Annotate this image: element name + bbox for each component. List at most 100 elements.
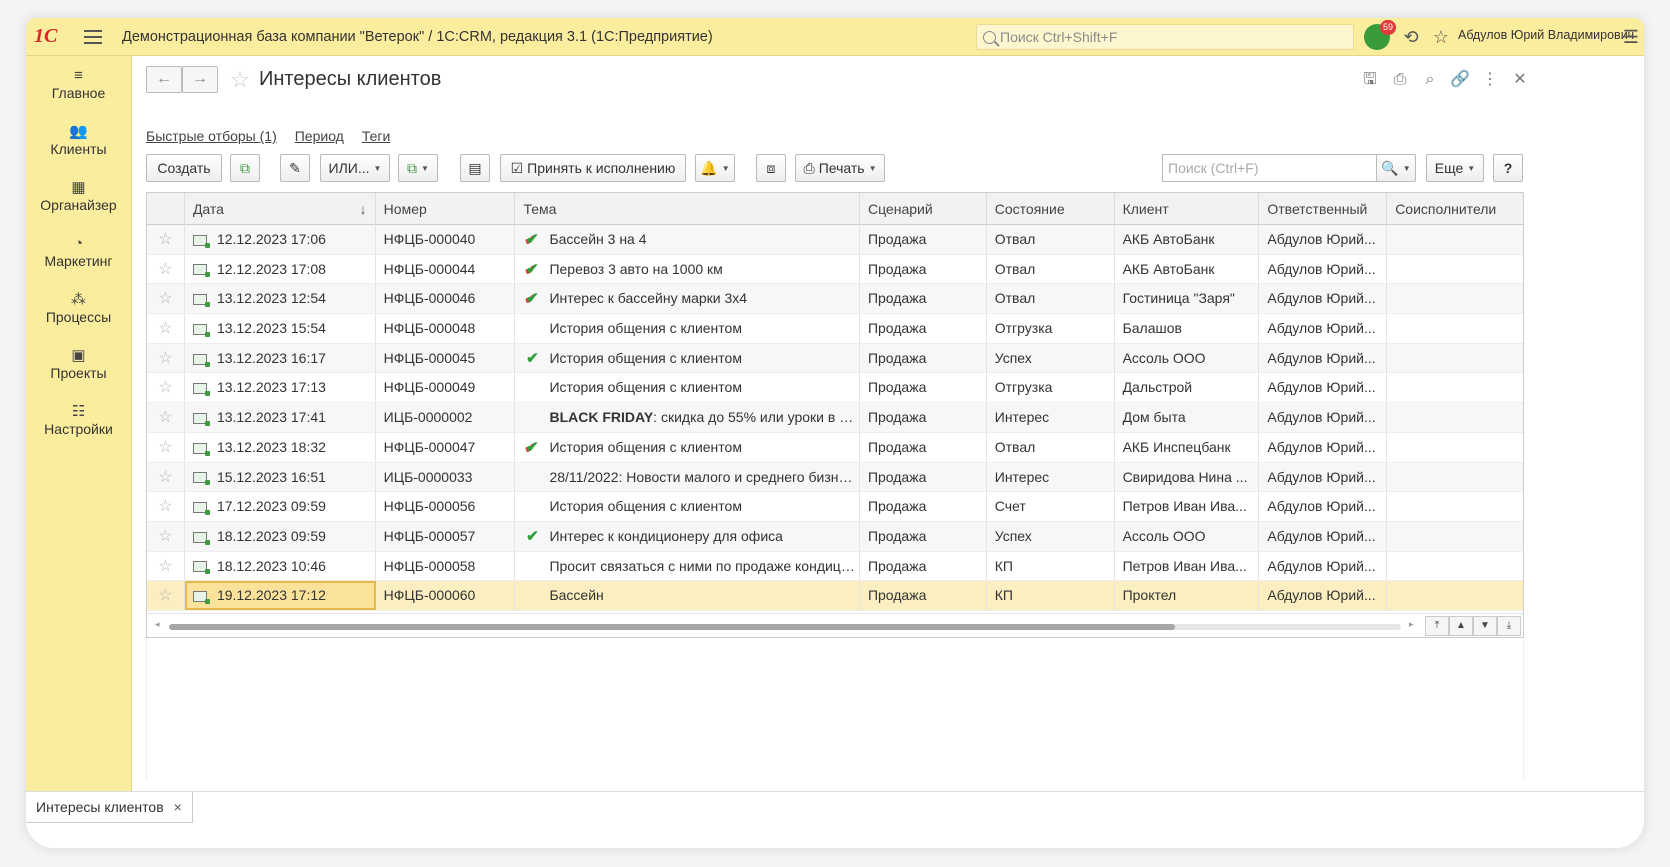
cell-co-executors[interactable] [1387,344,1523,373]
cell-date[interactable]: 13.12.2023 16:17 [185,343,376,373]
edit-button[interactable]: ✎ [280,154,310,182]
cell-client[interactable]: Петров Иван Ива... [1115,551,1260,581]
scroll-right-icon[interactable]: ▸ [1409,619,1414,630]
cell-scenario[interactable]: Продажа [860,343,987,373]
cell-state[interactable]: Отвал [987,254,1115,284]
table-row[interactable]: ☆ 15.12.2023 16:51 ИЦБ-0000033 28/11/2022: … [147,462,1523,493]
cell-date[interactable]: 15.12.2023 16:51 [185,462,376,492]
cell-client[interactable]: АКБ АвтоБанк [1115,225,1260,254]
period-link[interactable]: Период [295,128,344,144]
cell-scenario[interactable]: Продажа [860,551,987,581]
close-icon[interactable]: ✕ [1510,70,1530,90]
cell-co-executors[interactable] [1387,314,1523,343]
column-header-co-executors[interactable]: Соисполнители [1387,193,1523,225]
row-star-icon[interactable]: ☆ [147,581,185,610]
cell-scenario[interactable]: Продажа [860,581,987,610]
cell-scenario[interactable]: Продажа [860,403,987,432]
cell-co-executors[interactable] [1387,522,1523,551]
cell-number[interactable]: НФЦБ-000047 [376,432,516,462]
cell-number[interactable]: НФЦБ-000046 [376,284,516,314]
or-filter-button[interactable]: ИЛИ... ▼ [320,154,390,182]
table-row[interactable]: ☆ 12.12.2023 17:08 НФЦБ-000044 ✔ Перевоз 3 а… [147,254,1523,285]
cell-responsible[interactable]: Абдулов Юрий... [1259,403,1388,432]
cell-scenario[interactable]: Продажа [860,254,987,284]
cell-date[interactable]: 17.12.2023 09:59 [185,492,376,521]
cell-date[interactable]: 13.12.2023 17:41 [185,403,376,432]
cell-date[interactable]: 13.12.2023 15:54 [185,314,376,343]
cell-date[interactable]: 13.12.2023 17:13 [185,373,376,403]
cell-responsible[interactable]: Абдулов Юрий... [1259,254,1388,284]
cell-topic[interactable]: ✔ Интерес к бассейну марки 3х4 [515,284,860,314]
column-header-date[interactable]: Дата ↓ [185,193,376,225]
cell-topic[interactable]: Просит связаться с ними по продаже конди… [515,551,860,581]
cell-responsible[interactable]: Абдулов Юрий... [1259,551,1388,581]
table-row[interactable]: ☆ 17.12.2023 09:59 НФЦБ-000056 История обще… [147,492,1523,522]
cell-topic[interactable]: BLACK FRIDAY: скидка до 55% или уроки в … [515,403,860,432]
cell-state[interactable]: Успех [987,521,1115,551]
cell-state[interactable]: Интерес [987,462,1115,492]
column-header-topic[interactable]: Тема [515,193,860,225]
sidebar-item-marketing[interactable]: ◔ Маркетинг [26,224,131,280]
cell-number[interactable]: НФЦБ-000049 [376,373,516,403]
cell-responsible[interactable]: Абдулов Юрий... [1259,521,1388,551]
cell-responsible[interactable]: Абдулов Юрий... [1259,314,1388,343]
cell-scenario[interactable]: Продажа [860,284,987,314]
favorites-star-icon[interactable]: ☆ [1430,26,1452,48]
cell-co-executors[interactable] [1387,552,1523,581]
tags-link[interactable]: Теги [362,128,390,144]
table-row[interactable]: ☆ 18.12.2023 09:59 НФЦБ-000057 ✔ Интерес к к… [147,521,1523,552]
cell-number[interactable]: НФЦБ-000044 [376,254,516,284]
table-row[interactable]: ☆ 13.12.2023 17:41 ИЦБ-0000002 BLACK FRIDAY… [147,403,1523,433]
sidebar-item-clients[interactable]: 👥 Клиенты [26,112,131,168]
table-row[interactable]: ☆ 18.12.2023 10:46 НФЦБ-000058 Просит связа… [147,551,1523,582]
cell-number[interactable]: НФЦБ-000056 [376,492,516,521]
cell-co-executors[interactable] [1387,284,1523,313]
cell-date[interactable]: 12.12.2023 17:08 [185,254,376,284]
report-button[interactable]: ▤ [460,154,490,182]
cell-client[interactable]: АКБ АвтоБанк [1115,254,1260,284]
cell-state[interactable]: Отвал [987,432,1115,462]
cell-responsible[interactable]: Абдулов Юрий... [1259,492,1388,521]
cell-client[interactable]: АКБ Инспецбанк [1115,432,1260,462]
cell-date[interactable]: 19.12.2023 17:12 [184,581,376,610]
cell-date[interactable]: 13.12.2023 18:32 [185,432,376,462]
cell-topic[interactable]: Бассейн [515,581,860,610]
quick-filters-link[interactable]: Быстрые отборы (1) [146,128,277,144]
cell-co-executors[interactable] [1387,463,1523,492]
cell-state[interactable]: Успех [987,343,1115,373]
cell-responsible[interactable]: Абдулов Юрий... [1259,373,1388,403]
row-star-icon[interactable]: ☆ [147,462,185,492]
cell-state[interactable]: Отвал [987,225,1115,254]
cell-co-executors[interactable] [1387,581,1523,610]
cell-scenario[interactable]: Продажа [860,521,987,551]
sidebar-item-organizer[interactable]: ▦ Органайзер [26,168,131,224]
back-button[interactable]: ← [146,66,182,93]
add-favorite-star-icon[interactable]: ☆ [230,67,250,93]
column-header-scenario[interactable]: Сценарий [860,193,987,225]
table-row[interactable]: ☆ 13.12.2023 18:32 НФЦБ-000047 ✔ История общ… [147,432,1523,463]
scroll-left-icon[interactable]: ◂ [155,619,160,630]
table-row[interactable]: ☆ 13.12.2023 16:17 НФЦБ-000045 ✔ История общ… [147,343,1523,374]
scroll-thumb[interactable] [169,624,1175,630]
column-header-state[interactable]: Состояние [987,193,1115,225]
cell-co-executors[interactable] [1387,255,1523,284]
row-star-icon[interactable]: ☆ [147,432,185,462]
structure-button[interactable]: ⧈ [756,154,786,182]
row-star-icon[interactable]: ☆ [147,284,185,314]
global-search-input[interactable]: Поиск Ctrl+Shift+F [976,24,1354,50]
print-menu-button[interactable]: ⎙ Печать ▼ [795,154,885,182]
cell-topic[interactable]: История общения с клиентом [515,314,860,343]
column-header-responsible[interactable]: Ответственный [1259,193,1388,225]
cell-co-executors[interactable] [1387,492,1523,521]
scroll-down-button[interactable]: ▼ [1473,616,1497,636]
print-icon[interactable]: ⎙ [1390,70,1410,90]
more-vertical-icon[interactable]: ⋮ [1480,70,1500,90]
cell-topic[interactable]: 28/11/2022: Новости малого и среднего би… [515,462,860,492]
cell-date[interactable]: 12.12.2023 17:06 [185,225,376,254]
cell-topic[interactable]: ✔ Бассейн 3 на 4 [515,225,860,254]
cell-number[interactable]: НФЦБ-000058 [376,551,516,581]
column-header-favorite[interactable] [147,193,185,225]
table-row[interactable]: ☆ 13.12.2023 15:54 НФЦБ-000048 История обще… [147,314,1523,344]
cell-number[interactable]: ИЦБ-0000002 [376,403,516,432]
column-header-number[interactable]: Номер [376,193,516,225]
